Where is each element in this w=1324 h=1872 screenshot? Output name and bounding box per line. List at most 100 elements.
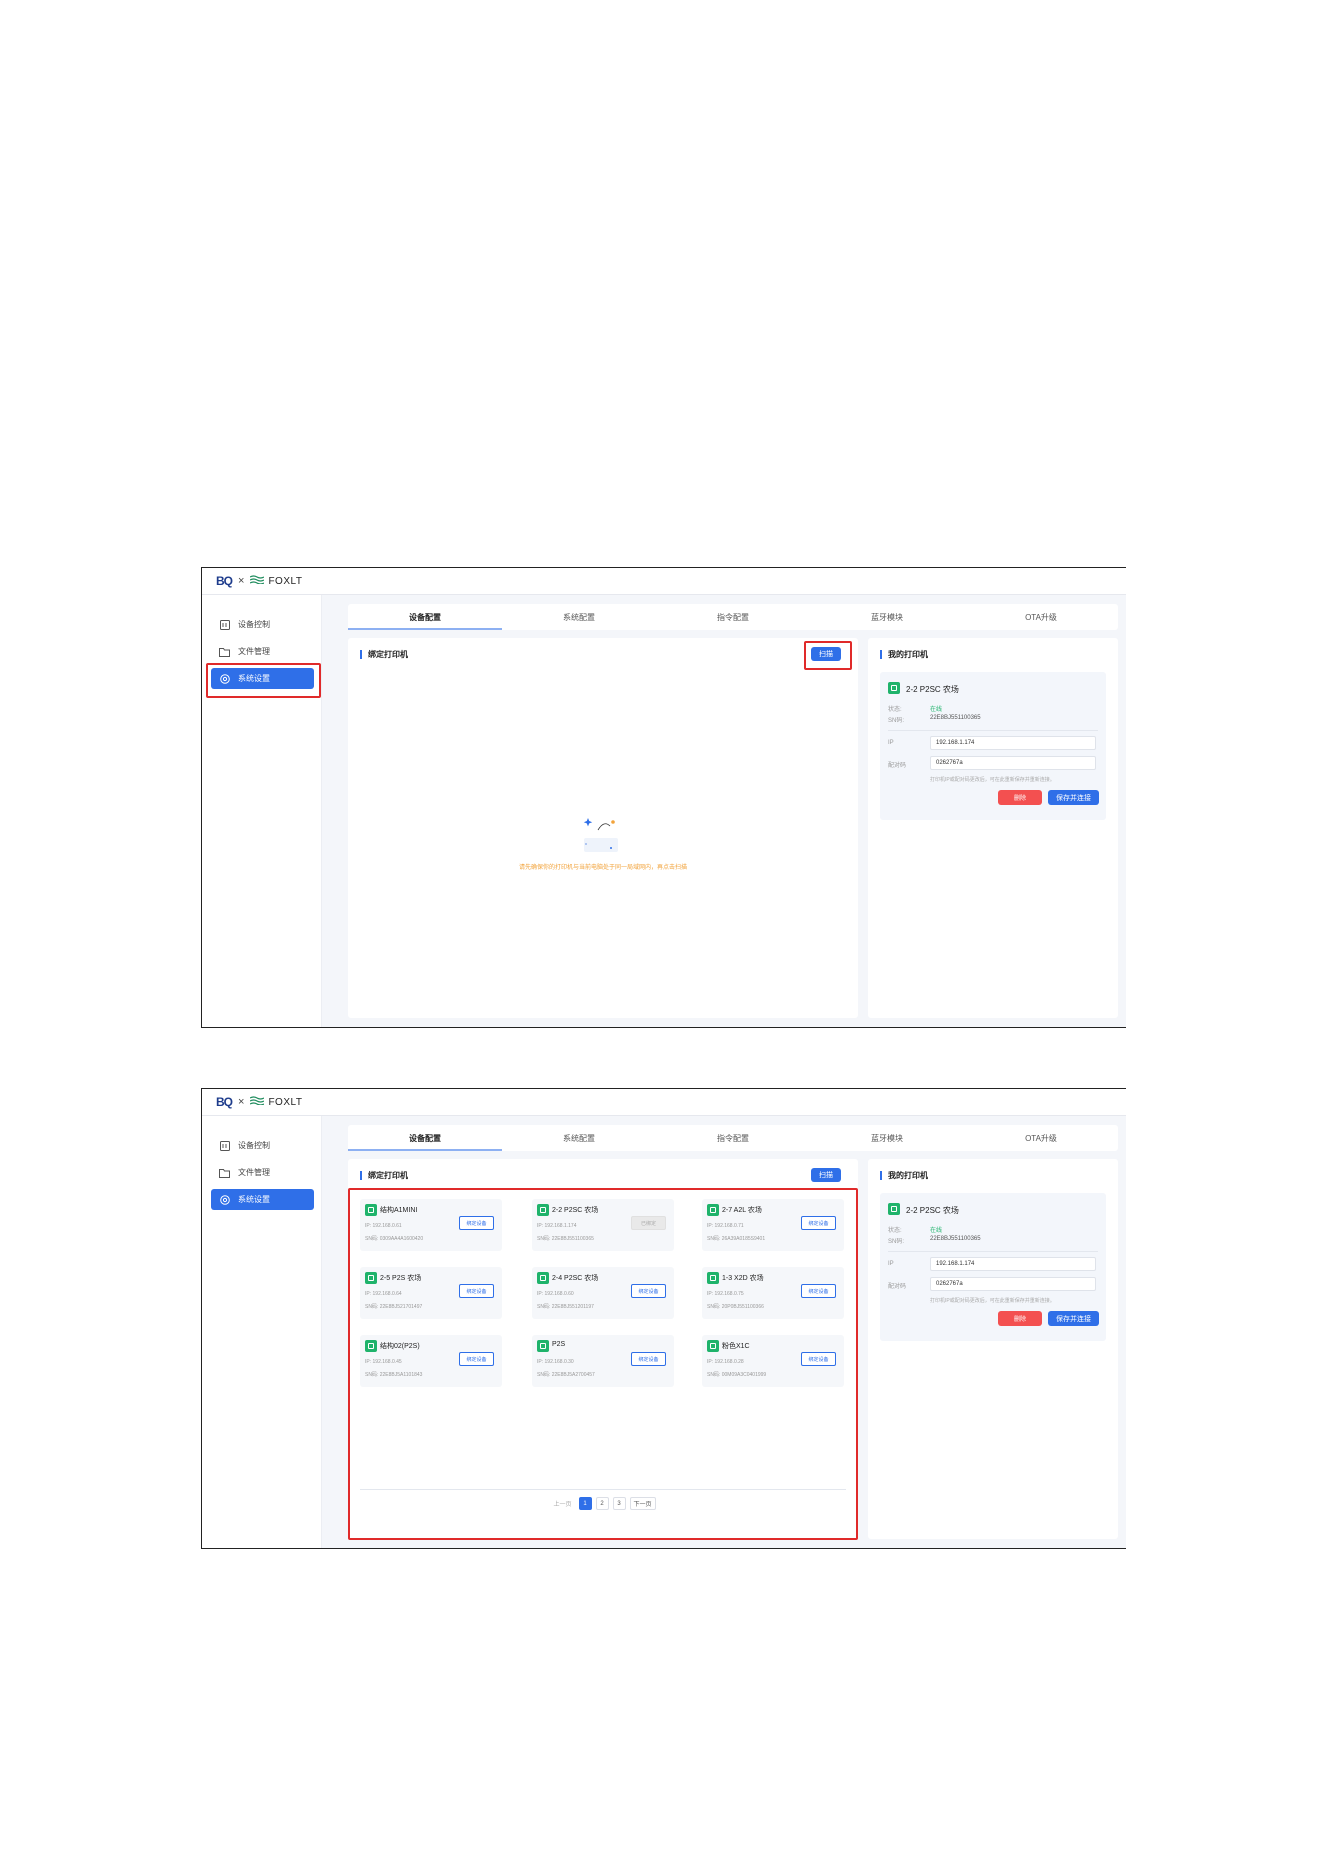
tab-ota-upgrade[interactable]: OTA升级: [964, 1125, 1118, 1151]
device-card: 2-5 P2S 农场 IP: 192.168.0.64 SN码: 22E8BJ521…: [360, 1267, 502, 1319]
tab-ota-upgrade[interactable]: OTA升级: [964, 604, 1118, 630]
sn-value: 22E8BJ551100365: [930, 1236, 981, 1242]
foxlt-waves-icon: [250, 1096, 265, 1108]
sidebar-item-label: 文件管理: [238, 647, 270, 656]
device-name: 粉色X1C: [722, 1343, 750, 1350]
device-sn: SN码: 22E8BJ5A1101843: [365, 1372, 423, 1378]
device-sn: SN码: 22E8BJ551201197: [537, 1304, 594, 1310]
page-2-button[interactable]: 2: [595, 1497, 609, 1510]
sn-label: SN码:: [888, 718, 905, 724]
device-ip: IP: 192.168.0.60: [537, 1291, 574, 1297]
printer-icon: [707, 1340, 719, 1352]
printer-icon: [537, 1340, 549, 1352]
tab-system-config[interactable]: 系统配置: [502, 604, 656, 630]
bind-device-button[interactable]: 绑定设备: [459, 1284, 494, 1298]
bind-device-button[interactable]: 绑定设备: [801, 1216, 836, 1230]
device-ip: IP: 192.168.0.75: [707, 1291, 744, 1297]
device-name: 1-3 X2D 农场: [722, 1275, 764, 1282]
pair-code-label: 配对码: [888, 1284, 907, 1290]
folder-icon: [219, 1167, 230, 1178]
device-card: 结构02(P2S) IP: 192.168.0.45 SN码: 22E8BJ5A11…: [360, 1335, 502, 1387]
device-card: 2-2 P2SC 农场 IP: 192.168.1.174 SN码: 22E8BJ5…: [532, 1199, 674, 1251]
hint-text: 打印机IP或配对码更改后，可在此重新保存并重新连接。: [930, 1298, 1055, 1304]
printer-icon: [888, 682, 900, 694]
pair-code-input[interactable]: 0262767a: [930, 756, 1096, 770]
sidebar-item-device-control[interactable]: 设备控制: [211, 614, 314, 635]
sidebar: 设备控制 文件管理 系统设置: [202, 1116, 322, 1548]
device-ip: IP: 192.168.0.45: [365, 1359, 402, 1365]
tab-command-config[interactable]: 指令配置: [656, 604, 810, 630]
bind-device-button[interactable]: 绑定设备: [631, 1352, 666, 1366]
page-1-button[interactable]: 1: [578, 1497, 592, 1510]
delete-button[interactable]: 删除: [998, 790, 1042, 805]
foxlt-waves-icon: [250, 575, 265, 587]
device-card: P2S IP: 192.168.0.30 SN码: 22E8BJ5A2700457 绑…: [532, 1335, 674, 1387]
top-bar: BQ × FOXLT: [202, 1089, 1126, 1116]
bind-device-button[interactable]: 绑定设备: [631, 1284, 666, 1298]
panel-title: 我的打印机: [880, 1171, 928, 1180]
sn-label: SN码:: [888, 1239, 905, 1245]
bind-device-button[interactable]: 绑定设备: [459, 1352, 494, 1366]
device-ip: IP: 192.168.0.71: [707, 1223, 744, 1229]
device-sn: SN码: 20P0BJ551100366: [707, 1304, 764, 1310]
device-control-icon: [219, 619, 230, 630]
ip-label: IP: [888, 740, 894, 746]
device-name: P2S: [552, 1341, 566, 1348]
tab-bluetooth[interactable]: 蓝牙模块: [810, 1125, 964, 1151]
tab-device-config[interactable]: 设备配置: [348, 1125, 502, 1151]
delete-button[interactable]: 删除: [998, 1311, 1042, 1326]
page-3-button[interactable]: 3: [612, 1497, 626, 1510]
bind-device-button[interactable]: 绑定设备: [459, 1216, 494, 1230]
empty-state-text: 请先确保你的打印机与当前电脑处于同一局域网内，再点击扫描: [518, 865, 687, 871]
device-ip: IP: 192.168.0.61: [365, 1223, 402, 1229]
bind-device-button[interactable]: 绑定设备: [801, 1284, 836, 1298]
folder-icon: [219, 646, 230, 657]
device-card: 1-3 X2D 农场 IP: 192.168.0.75 SN码: 20P0BJ551…: [702, 1267, 844, 1319]
device-card: 2-7 A2L 农场 IP: 192.168.0.71 SN码: 26A39A018…: [702, 1199, 844, 1251]
printer-icon: [537, 1204, 549, 1216]
tab-command-config[interactable]: 指令配置: [656, 1125, 810, 1151]
ip-input[interactable]: 192.168.1.174: [930, 736, 1096, 750]
bind-device-button[interactable]: 绑定设备: [801, 1352, 836, 1366]
sidebar-item-device-control[interactable]: 设备控制: [211, 1135, 314, 1156]
device-sn: SN码: 00M09A3C0401999: [707, 1372, 767, 1378]
ip-label: IP: [888, 1261, 894, 1267]
tab-device-config[interactable]: 设备配置: [348, 604, 502, 630]
panel-title: 绑定打印机: [360, 650, 408, 659]
device-control-icon: [219, 1140, 230, 1151]
save-and-connect-button[interactable]: 保存并连接: [1048, 790, 1099, 805]
prev-page-button[interactable]: 上一页: [550, 1497, 575, 1510]
printer-icon: [365, 1340, 377, 1352]
my-printer-card: 2-2 P2SC 农场 状态: 在线 SN码: 22E8BJ551100365 …: [880, 672, 1106, 820]
device-sn: SN码: 22E8BJ521701497: [365, 1304, 423, 1310]
device-sn: SN码: 22E8BJ5A2700457: [537, 1372, 595, 1378]
sidebar-item-file-management[interactable]: 文件管理: [211, 1162, 314, 1183]
highlight-box: [804, 641, 852, 670]
status-value: 在线: [930, 1228, 943, 1234]
scan-button[interactable]: 扫描: [811, 1168, 841, 1182]
bind-printer-panel: 绑定打印机 扫描 结构A1MINI IP: 192.168.0.61 SN码: 03…: [348, 1159, 858, 1540]
printer-icon: [365, 1204, 377, 1216]
pair-code-input[interactable]: 0262767a: [930, 1277, 1096, 1291]
sidebar-item-file-management[interactable]: 文件管理: [211, 641, 314, 662]
panel-title: 我的打印机: [880, 650, 928, 659]
printer-icon: [707, 1204, 719, 1216]
sidebar-item-system-settings[interactable]: 系统设置: [211, 1189, 314, 1210]
device-name: 结构A1MINI: [380, 1207, 418, 1214]
status-value: 在线: [930, 707, 943, 713]
device-card: 粉色X1C IP: 192.168.0.28 SN码: 00M09A3C040199…: [702, 1335, 844, 1387]
tab-bluetooth[interactable]: 蓝牙模块: [810, 604, 964, 630]
tab-system-config[interactable]: 系统配置: [502, 1125, 656, 1151]
status-label: 状态:: [888, 707, 902, 713]
printer-name: 2-2 P2SC 农场: [906, 685, 959, 694]
pagination: 上一页 1 2 3 下一页: [348, 1497, 858, 1510]
sidebar-item-label: 设备控制: [238, 1141, 270, 1150]
device-card: 2-4 P2SC 农场 IP: 192.168.0.60 SN码: 22E8BJ55…: [532, 1267, 674, 1319]
sidebar: 设备控制 文件管理 系统设置: [202, 595, 322, 1027]
next-page-button[interactable]: 下一页: [629, 1497, 656, 1510]
save-and-connect-button[interactable]: 保存并连接: [1048, 1311, 1099, 1326]
ip-input[interactable]: 192.168.1.174: [930, 1257, 1096, 1271]
bq-logo: BQ: [216, 574, 233, 588]
printer-name: 2-2 P2SC 农场: [906, 1206, 959, 1215]
divider: [360, 1489, 846, 1490]
